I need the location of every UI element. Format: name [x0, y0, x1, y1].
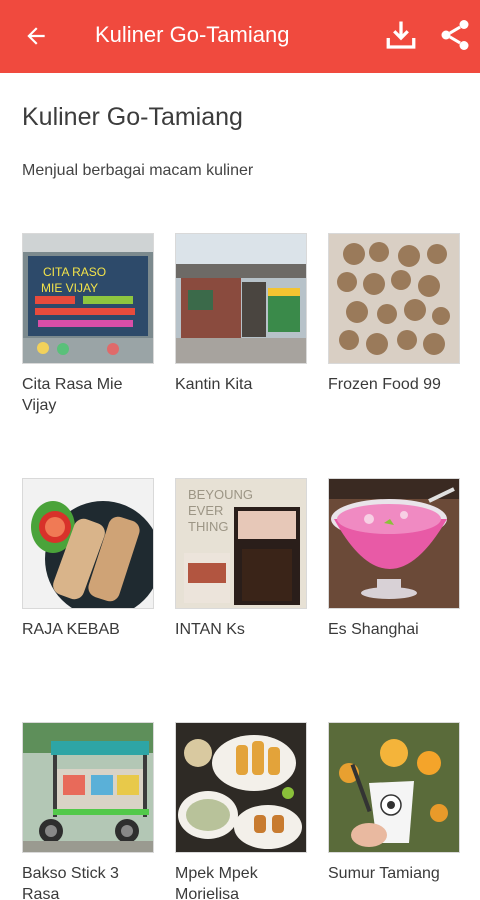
food-name: Sumur Tamiang [328, 865, 440, 882]
food-image [175, 722, 307, 853]
page-description: Menjual berbagai macam kuliner [22, 162, 254, 179]
food-name: INTAN Ks [175, 621, 245, 638]
food-image [328, 478, 460, 609]
food-card[interactable]: Es Shanghai [328, 478, 460, 640]
food-card[interactable]: Sumur Tamiang [328, 722, 460, 884]
food-card[interactable]: Frozen Food 99 [328, 233, 460, 395]
svg-text:BEYOUNG: BEYOUNG [188, 487, 253, 502]
food-image [22, 722, 154, 853]
food-image [22, 478, 154, 609]
food-card[interactable]: Mpek Mpek Morielisa [175, 722, 307, 900]
food-card[interactable]: Bakso Stick 3 Rasa [22, 722, 154, 900]
svg-text:EVER: EVER [188, 503, 223, 518]
food-image [328, 233, 460, 364]
food-card[interactable]: CITA RASO MIE VIJAY Cita Rasa Mie Vijay [22, 233, 154, 416]
svg-text:MIE VIJAY: MIE VIJAY [41, 281, 98, 295]
app-bar: Kuliner Go-Tamiang [0, 0, 480, 73]
share-icon [441, 20, 469, 50]
download-button[interactable] [378, 12, 424, 58]
arrow-left-icon [27, 27, 45, 45]
food-card[interactable]: BEYOUNG EVER THING INTAN Ks [175, 478, 307, 640]
share-button[interactable] [432, 12, 478, 58]
food-image [328, 722, 460, 853]
food-name: Frozen Food 99 [328, 376, 441, 393]
download-icon [386, 21, 416, 49]
food-image: CITA RASO MIE VIJAY [22, 233, 154, 364]
food-name: Cita Rasa Mie Vijay [22, 376, 123, 414]
food-name: Bakso Stick 3 Rasa [22, 865, 119, 900]
food-image: BEYOUNG EVER THING [175, 478, 307, 609]
food-name: Kantin Kita [175, 376, 253, 393]
food-card[interactable]: Kantin Kita [175, 233, 307, 395]
app-bar-title: Kuliner Go-Tamiang [95, 22, 290, 47]
back-button[interactable] [14, 14, 58, 58]
food-card[interactable]: RAJA KEBAB [22, 478, 154, 640]
svg-text:THING: THING [188, 519, 228, 534]
food-name: Es Shanghai [328, 621, 419, 638]
food-name: RAJA KEBAB [22, 621, 120, 638]
food-image [175, 233, 307, 364]
page-title: Kuliner Go-Tamiang [22, 103, 243, 131]
food-name: Mpek Mpek Morielisa [175, 865, 258, 900]
svg-text:CITA RASO: CITA RASO [43, 265, 106, 279]
